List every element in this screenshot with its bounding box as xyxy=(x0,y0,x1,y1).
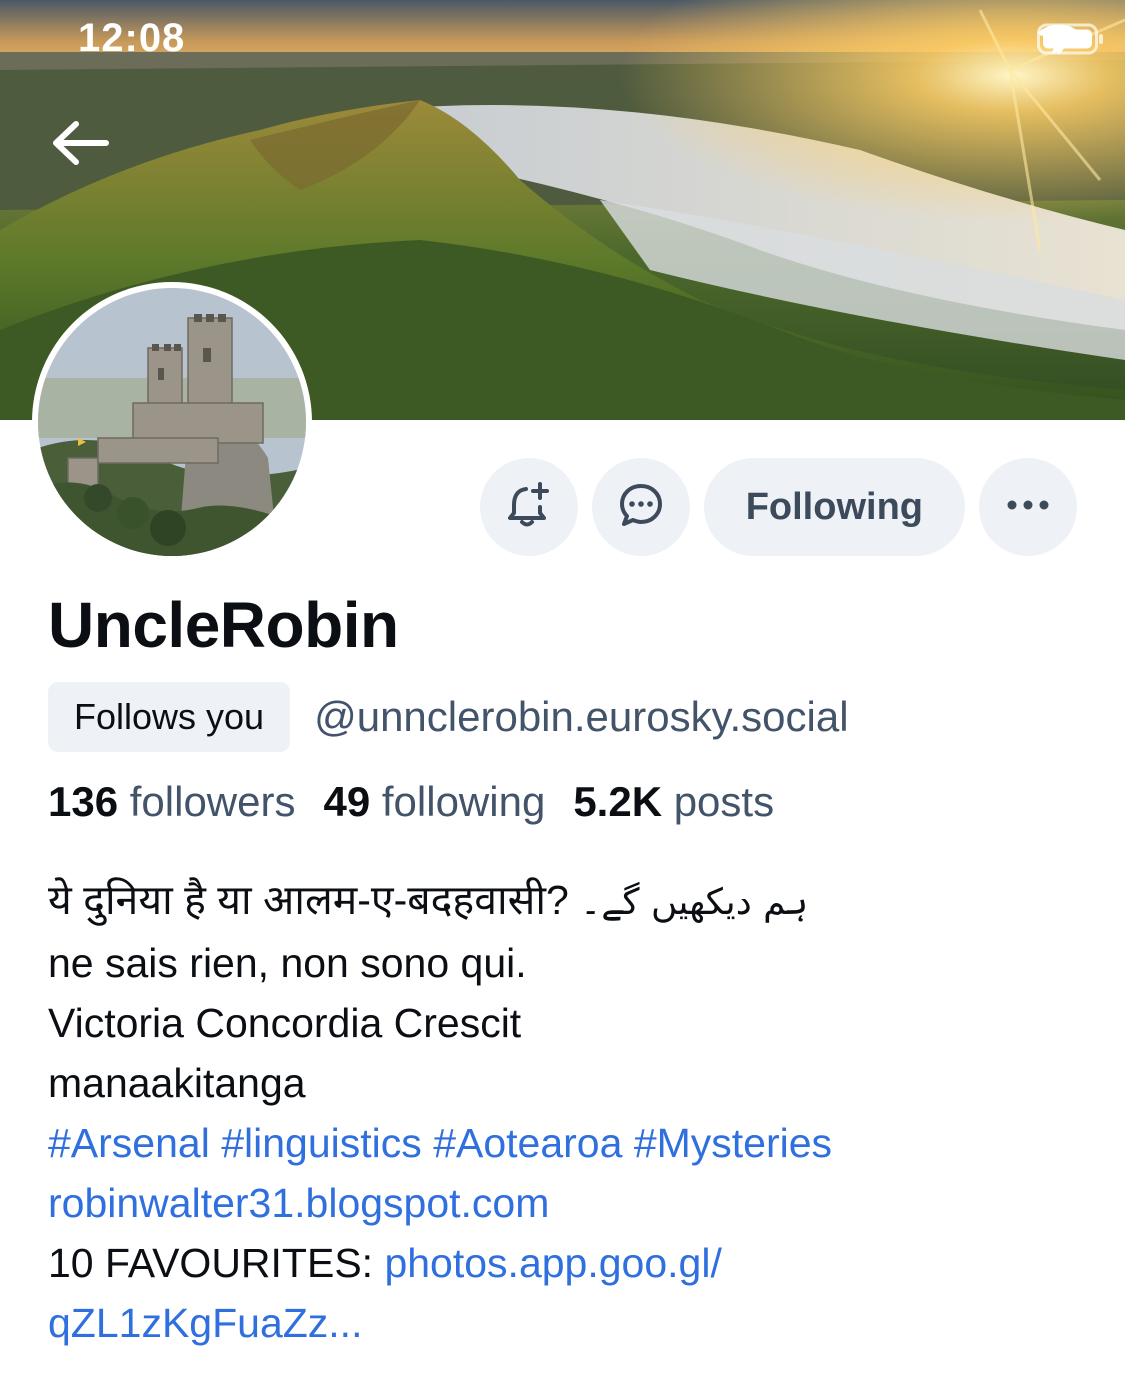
bio-hashtags: #Arsenal #linguistics #Aotearoa #Mysteri… xyxy=(48,1113,1088,1173)
subscribe-notifications-button[interactable] xyxy=(479,458,578,556)
bell-plus-icon xyxy=(506,481,552,534)
bio-blog-line: robinwalter31.blogspot.com xyxy=(48,1173,1088,1233)
hashtag-link[interactable]: #Arsenal xyxy=(48,1120,210,1166)
posts-count: 5.2K xyxy=(573,778,663,825)
back-button[interactable] xyxy=(50,120,120,180)
status-time: 12:08 xyxy=(78,16,186,60)
bio-line-1: ये दुनिया है या आलम-ए-बदहवासी? ہم دیکھیں… xyxy=(48,870,1088,933)
bio-line-2: ne sais rien, non sono qui. xyxy=(48,940,527,986)
following-count: 49 xyxy=(323,778,371,825)
followers-count: 136 xyxy=(48,778,119,825)
bio-urdu-text: ہم دیکھیں گے۔ xyxy=(580,882,809,923)
posts-label: posts xyxy=(673,778,775,825)
avatar[interactable] xyxy=(32,282,312,562)
profile-bio: ये दुनिया है या आलम-ए-बदहवासी? ہم دیکھیں… xyxy=(48,870,1088,1353)
ellipsis-icon xyxy=(1006,498,1050,516)
chat-bubble-icon xyxy=(617,481,665,534)
following-stat[interactable]: 49 following xyxy=(323,778,545,826)
posts-stat: 5.2K posts xyxy=(573,778,774,826)
profile-actions: Following xyxy=(479,458,1077,556)
favourites-prefix: 10 FAVOURITES: xyxy=(48,1240,385,1286)
profile-handle: @unnclerobin.eurosky.social xyxy=(314,693,849,740)
bio-line-3: Victoria Concordia Crescit xyxy=(48,1000,522,1046)
handle-row: Follows you @unnclerobin.eurosky.social xyxy=(48,682,849,752)
follows-you-badge: Follows you xyxy=(48,682,291,752)
following-button[interactable]: Following xyxy=(703,458,965,556)
hashtag-link[interactable]: #Aotearoa xyxy=(433,1120,622,1166)
favourites-link[interactable]: photos.app.goo.gl/ xyxy=(384,1240,721,1286)
bio-favourites-line: 10 FAVOURITES: photos.app.goo.gl/ xyxy=(48,1233,1088,1293)
bio-hindi-text: ये दुनिया है या आलम-ए-बदहवासी? xyxy=(48,877,569,923)
favourites-link-continued[interactable]: qZL1zKgFuaZz... xyxy=(48,1300,362,1346)
message-button[interactable] xyxy=(591,458,690,556)
profile-stats: 136 followers 49 following 5.2K posts xyxy=(48,778,774,826)
blog-link[interactable]: robinwalter31.blogspot.com xyxy=(48,1180,549,1226)
bio-favourites-line-2: qZL1zKgFuaZz... xyxy=(48,1293,1088,1353)
display-name: UncleRobin xyxy=(48,589,399,661)
more-options-button[interactable] xyxy=(979,458,1077,556)
hashtag-link[interactable]: #Mysteries xyxy=(634,1120,832,1166)
hashtag-link[interactable]: #linguistics xyxy=(221,1120,422,1166)
following-label: following xyxy=(381,778,546,825)
bio-line-4: manaakitanga xyxy=(48,1060,306,1106)
followers-label: followers xyxy=(129,778,296,825)
followers-stat[interactable]: 136 followers xyxy=(48,778,295,826)
avatar-image xyxy=(38,288,306,556)
